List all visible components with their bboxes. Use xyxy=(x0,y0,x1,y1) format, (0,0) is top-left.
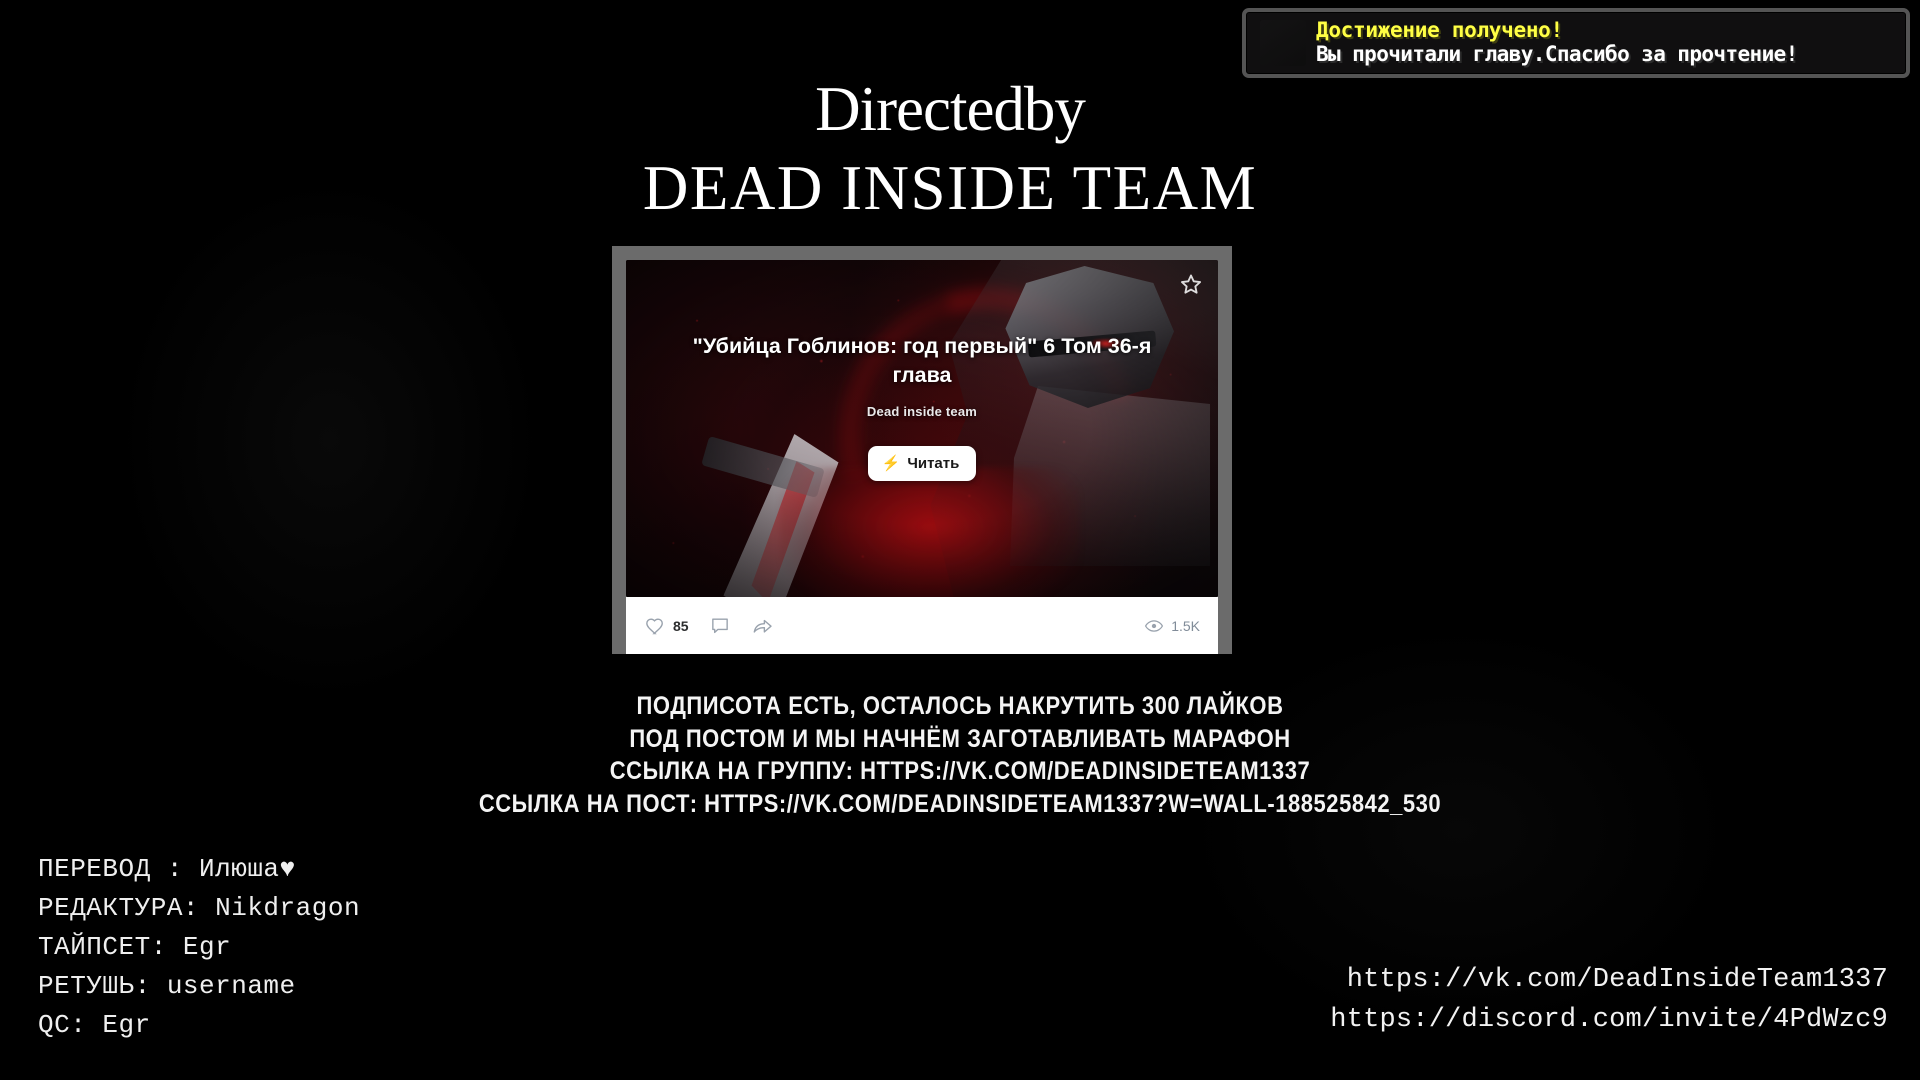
page-title-line-2: DEAD INSIDE TEAM xyxy=(642,153,1258,223)
page-title-line-1: Directedby xyxy=(815,74,1086,144)
post-action-bar: 85 1.5K xyxy=(626,597,1218,654)
view-count: 1.5K xyxy=(1171,617,1200,634)
heart-icon xyxy=(646,617,663,634)
achievement-title: Достижение получено! xyxy=(1316,18,1563,43)
read-button[interactable]: ⚡ Читать xyxy=(867,445,977,481)
lightning-bolt-icon: ⚡ xyxy=(881,454,901,472)
achievement-text-group: Достижение получено! Вы прочитали главу.… xyxy=(1316,18,1798,66)
post-subtitle: Dead inside team xyxy=(866,403,978,419)
promo-line: ССЫЛКА НА ГРУППУ: HTTPS://VK.COM/DEADINS… xyxy=(609,757,1311,785)
background-vignette-left xyxy=(120,180,540,700)
comment-icon xyxy=(711,618,728,633)
read-button-label: Читать xyxy=(907,454,960,472)
credit-line-qc: QC: Egr xyxy=(38,1010,151,1040)
credit-line-retouch: РЕТУШЬ: username xyxy=(38,971,296,1001)
eye-icon xyxy=(1145,619,1164,632)
credit-line-typeset: ТАЙПСЕТ: Egr xyxy=(38,932,232,962)
discord-link[interactable]: https://discord.com/invite/4PdWzc9 xyxy=(1330,1001,1888,1040)
share-icon xyxy=(753,619,772,633)
credit-line-editing: РЕДАКТУРА: Nikdragon xyxy=(38,893,361,923)
post-title: "Убийца Гоблинов: год первый" 6 Том 36-я… xyxy=(692,334,1152,387)
credits-block: ПЕРЕВОД : Илюша♥ РЕДАКТУРА: Nikdragon ТА… xyxy=(38,850,360,1045)
page-title: Directedby DEAD INSIDE TEAM xyxy=(0,78,1920,220)
promo-line: ССЫЛКА НА ПОСТ: HTTPS://VK.COM/DEADINSID… xyxy=(478,789,1442,818)
share-button[interactable] xyxy=(751,615,775,637)
achievement-icon-slot xyxy=(1260,20,1306,66)
post-action-group: 85 xyxy=(644,615,775,637)
post-overlay-content: "Убийца Гоблинов: год первый" 6 Том 36-я… xyxy=(626,260,1218,597)
vk-post-card[interactable]: "Убийца Гоблинов: год первый" 6 Том 36-я… xyxy=(612,246,1232,654)
comment-button[interactable] xyxy=(709,615,731,637)
vk-link[interactable]: https://vk.com/DeadInsideTeam1337 xyxy=(1330,961,1888,1000)
social-links-block: https://vk.com/DeadInsideTeam1337 https:… xyxy=(1330,961,1888,1040)
view-count-group: 1.5K xyxy=(1144,616,1200,636)
like-count: 85 xyxy=(673,617,689,634)
achievement-toast: Достижение получено! Вы прочитали главу.… xyxy=(1242,8,1910,78)
like-button[interactable]: 85 xyxy=(644,615,689,637)
promo-line: ПОД ПОСТОМ И МЫ НАЧНЁМ ЗАГОТАВЛИВАТЬ МАР… xyxy=(629,724,1291,753)
post-cover-image[interactable]: "Убийца Гоблинов: год первый" 6 Том 36-я… xyxy=(626,260,1218,597)
promo-text-block: ПОДПИСОТА ЕСТЬ, ОСТАЛОСЬ НАКРУТИТЬ 300 Л… xyxy=(0,690,1920,820)
credit-line-translation: ПЕРЕВОД : Илюша♥ xyxy=(38,854,296,884)
promo-line: ПОДПИСОТА ЕСТЬ, ОСТАЛОСЬ НАКРУТИТЬ 300 Л… xyxy=(636,692,1284,720)
achievement-description: Вы прочитали главу.Спасибо за прочтение! xyxy=(1316,42,1798,66)
